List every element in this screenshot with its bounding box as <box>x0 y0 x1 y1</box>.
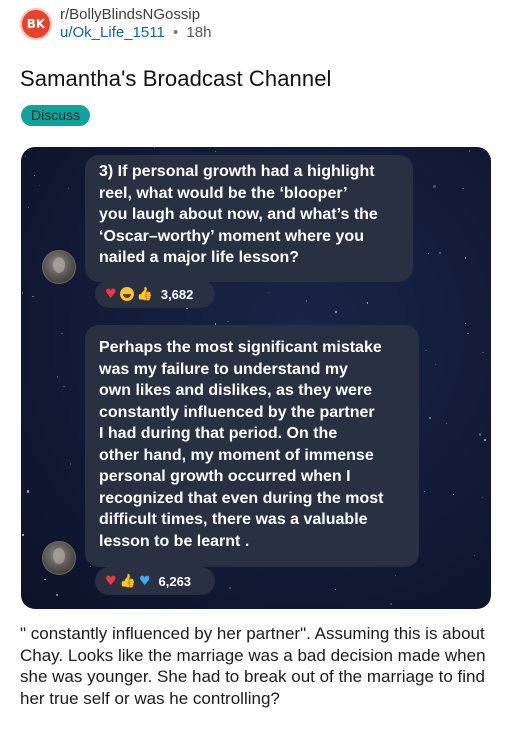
heart-icon: ♥ <box>105 286 117 302</box>
star-dot <box>433 185 436 188</box>
star-dot <box>467 332 469 335</box>
star-dot <box>56 594 58 596</box>
post-image[interactable]: 3) If personal growth had a highlight re… <box>21 147 491 609</box>
star-dot <box>481 496 484 499</box>
star-dot <box>56 376 59 378</box>
message-line: constantly influenced by the partner <box>99 403 375 421</box>
message-line: difficult times, there was a valuable <box>99 511 368 528</box>
post-body: " constantly influenced by her partner".… <box>20 624 486 708</box>
star-dot <box>462 188 464 190</box>
post-age: 18h <box>186 24 212 41</box>
star-dot <box>452 493 455 496</box>
star-dot <box>24 155 26 157</box>
star-dot <box>334 588 337 591</box>
star-dot <box>473 554 475 556</box>
star-dot <box>70 463 72 465</box>
star-dot <box>61 332 63 334</box>
star-dot <box>425 349 427 352</box>
star-dot <box>464 322 467 325</box>
star-dot <box>429 417 431 419</box>
star-dot <box>484 439 486 441</box>
star-dot <box>423 490 426 493</box>
star-dot <box>465 257 467 259</box>
star-dot <box>427 252 430 255</box>
message-line: ‘Oscar–worthy’ moment where you <box>99 227 364 245</box>
star-dot <box>26 490 30 493</box>
star-dot <box>482 352 484 354</box>
star-dot <box>394 575 397 577</box>
star-dot <box>434 363 437 365</box>
star-dot <box>44 578 46 581</box>
post-header: BK r/BollyBlindsNGossip u/Ok_Life_1511 •… <box>20 4 211 44</box>
star-dot <box>478 433 482 436</box>
author-username[interactable]: u/Ok_Life_1511 <box>60 24 165 41</box>
blue-heart-icon: ♥ <box>138 573 151 589</box>
sender-avatar <box>42 541 76 575</box>
message-line: nailed a major life lesson? <box>99 249 300 266</box>
message-line: 3) If personal growth had a highlight <box>99 163 375 180</box>
star-dot <box>439 252 441 254</box>
star-dot <box>33 174 36 177</box>
thumbs-up-icon: 👍 <box>136 286 153 302</box>
message-line: lesson to be learnt . <box>99 532 250 550</box>
star-dot <box>22 534 24 536</box>
message-bubble-question: 3) If personal growth had a highlight re… <box>85 155 413 282</box>
star-dot <box>335 311 337 313</box>
star-dot <box>32 295 34 298</box>
star-dot <box>445 422 448 425</box>
subreddit-avatar-icon[interactable]: BK <box>20 8 52 40</box>
star-dot <box>306 300 308 302</box>
message-line: you laugh about now, and what’s the <box>99 206 378 223</box>
star-dot <box>389 602 392 606</box>
subreddit-name[interactable]: r/BollyBlindsNGossip <box>60 6 211 24</box>
reaction-count: 3,682 <box>160 286 194 302</box>
heart-icon: ♥ <box>105 573 117 589</box>
thumbs-up-icon: 👍 <box>119 573 136 589</box>
message-line: was my failure to understand my <box>99 360 348 378</box>
star-dot <box>67 187 69 189</box>
star-dot <box>228 586 232 590</box>
message-line: reel, what would be the ‘blooper’ <box>99 184 348 202</box>
message-bubble-answer: Perhaps the most significant mistake was… <box>85 325 419 567</box>
meta-separator: • <box>172 24 179 41</box>
author-line: u/Ok_Life_1511 • 18h <box>60 24 211 42</box>
star-dot <box>267 291 270 294</box>
message-line: personal growth occurred when I <box>99 468 351 485</box>
post-meta: r/BollyBlindsNGossip u/Ok_Life_1511 • 18… <box>60 6 211 42</box>
message-line: other hand, my moment of immense <box>99 446 374 464</box>
grinning-face-icon <box>119 287 134 301</box>
star-dot <box>153 147 156 149</box>
message-line: Perhaps the most significant mistake <box>99 339 382 356</box>
message-line: own likes and dislikes, as they were <box>99 382 373 399</box>
star-dot <box>63 386 65 388</box>
star-dot <box>215 150 217 153</box>
star-dot <box>227 320 229 323</box>
post-title[interactable]: Samantha's Broadcast Channel <box>20 66 332 92</box>
star-dot <box>38 184 40 187</box>
reaction-bar: ♥ 👍 ♥ 6,263 <box>95 567 215 595</box>
star-dot <box>488 153 490 155</box>
star-dot <box>468 150 470 152</box>
sender-avatar <box>42 250 76 284</box>
star-dot <box>366 302 369 304</box>
message-line: I had during that period. On the <box>99 425 338 442</box>
reaction-bar: ♥ 👍 3,682 <box>95 280 215 308</box>
message-line: recognized that even during the most <box>99 489 384 507</box>
star-dot <box>21 292 24 294</box>
star-dot <box>27 206 30 209</box>
star-dot <box>89 565 91 567</box>
post-flair[interactable]: Discuss <box>21 105 91 126</box>
reaction-count: 6,263 <box>158 573 192 589</box>
